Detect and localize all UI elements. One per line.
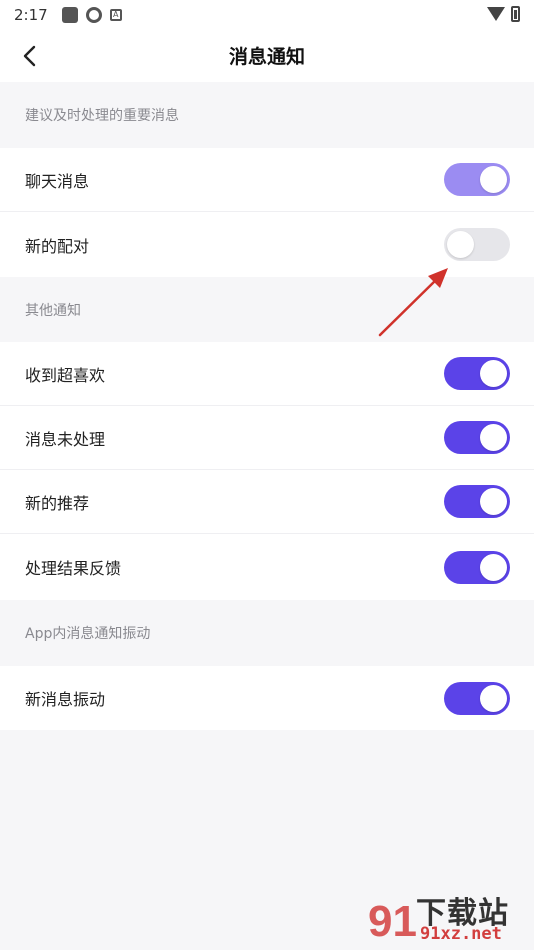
toggle-knob (480, 553, 507, 581)
square-icon (61, 7, 78, 23)
section-header-vibration: App内消息通知振动 (0, 600, 534, 666)
status-bar: 2:17 A (0, 0, 534, 30)
header: 消息通知 (0, 30, 534, 82)
toggle-knob (480, 684, 507, 712)
toggle-super-like[interactable] (444, 357, 510, 390)
row-label: 新消息振动 (25, 690, 106, 709)
status-icons: A (61, 7, 122, 23)
section-header-important: 建议及时处理的重要消息 (0, 82, 534, 148)
row-unprocessed: 消息未处理 (0, 406, 534, 470)
row-label: 消息未处理 (25, 429, 106, 449)
page-title: 消息通知 (228, 46, 305, 68)
toggle-chat-messages[interactable] (444, 163, 510, 196)
toggle-knob (480, 360, 507, 387)
row-vibration: 新消息振动 (0, 666, 534, 730)
row-chat-messages: 聊天消息 (0, 148, 534, 212)
toggle-recommendation[interactable] (444, 485, 510, 518)
a-icon: A (109, 9, 122, 21)
sync-icon (85, 7, 102, 23)
row-label: 聊天消息 (25, 171, 90, 191)
row-label: 处理结果反馈 (25, 559, 122, 578)
toggle-unprocessed[interactable] (444, 421, 510, 454)
status-right (487, 6, 520, 22)
toggle-knob (480, 488, 507, 515)
watermark-logo-icon: 91 (368, 897, 417, 946)
annotation-arrow-icon (378, 268, 448, 337)
toggle-vibration[interactable] (444, 681, 510, 715)
row-label: 收到超喜欢 (25, 365, 106, 385)
row-feedback: 处理结果反馈 (0, 534, 534, 600)
row-label: 新的推荐 (25, 493, 90, 513)
toggle-knob (447, 231, 474, 258)
row-super-like: 收到超喜欢 (0, 342, 534, 406)
toggle-feedback[interactable] (444, 550, 510, 584)
status-time: 2:17 (14, 6, 48, 24)
wifi-icon (487, 7, 505, 21)
watermark-sub: 91xz.net (420, 924, 502, 944)
toggle-new-match[interactable] (444, 228, 510, 261)
watermark: 91 下载站 91xz.net (368, 888, 528, 946)
toggle-knob (480, 166, 507, 193)
row-recommendation: 新的推荐 (0, 470, 534, 534)
svg-text:91: 91 (368, 897, 417, 946)
row-label: 新的配对 (25, 236, 90, 256)
battery-icon (511, 6, 520, 22)
toggle-knob (480, 424, 507, 451)
